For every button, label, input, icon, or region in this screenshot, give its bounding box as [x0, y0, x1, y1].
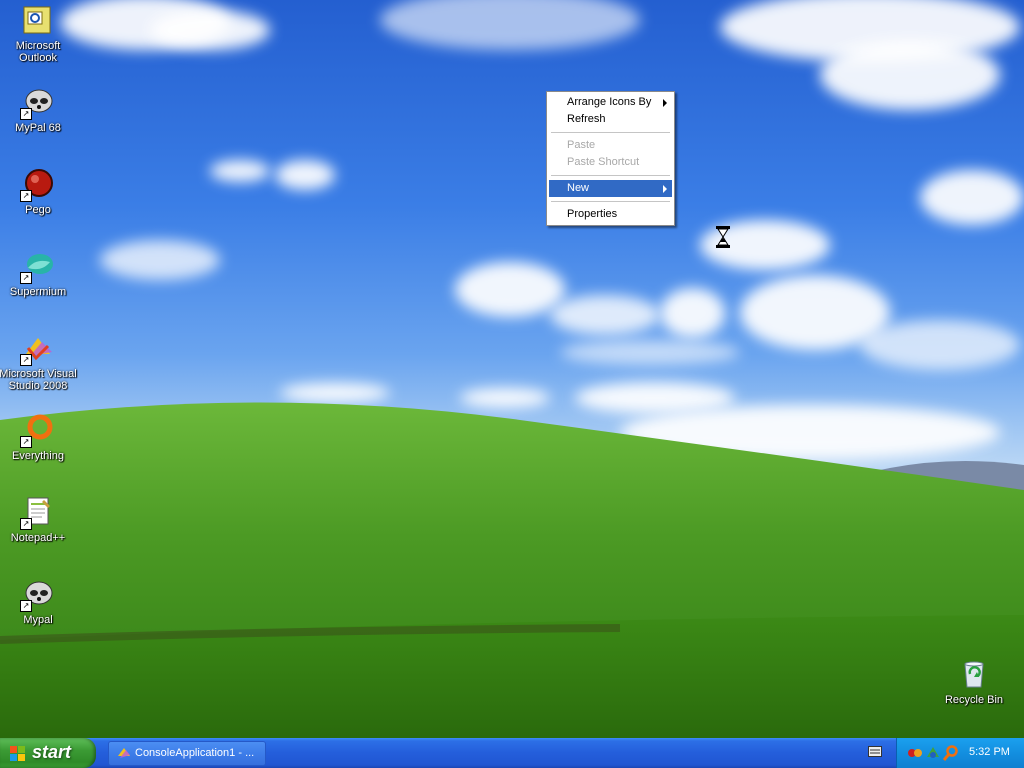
menu-item-paste: Paste — [549, 137, 672, 154]
pego-icon: ↗ — [20, 168, 54, 202]
menu-item-label: Properties — [567, 208, 618, 220]
recycle-bin-icon — [958, 658, 990, 690]
mypal-tray-icon[interactable] — [907, 745, 923, 761]
menu-separator — [551, 201, 670, 202]
desktop-icon-everything[interactable]: ↗ Everything — [0, 414, 78, 462]
desktop-icon-label: Supermium — [9, 286, 67, 298]
shortcut-arrow-icon: ↗ — [20, 600, 32, 612]
mypal-icon: ↗ — [20, 86, 54, 120]
search-tray-icon[interactable] — [942, 745, 959, 761]
menu-item-label: Paste — [567, 139, 596, 151]
desktop-icon-visual-studio[interactable]: ↗ Microsoft Visual Studio 2008 — [0, 332, 78, 392]
start-label: start — [32, 742, 72, 762]
desktop-icon-label: Everything — [12, 450, 64, 462]
outlook-icon — [22, 4, 54, 36]
menu-separator — [551, 132, 670, 133]
submenu-arrow-icon — [663, 185, 667, 193]
menu-item-arrange-icons-by[interactable]: Arrange Icons By — [549, 94, 672, 111]
visual-studio-icon: ↗ — [20, 332, 54, 366]
shortcut-arrow-icon: ↗ — [20, 436, 32, 448]
shortcut-arrow-icon: ↗ — [20, 354, 32, 366]
menu-item-paste-shortcut: Paste Shortcut — [549, 154, 672, 171]
desktop-icon-mypal-68[interactable]: ↗ MyPal 68 — [0, 86, 78, 134]
shortcut-arrow-icon: ↗ — [20, 272, 32, 284]
start-button[interactable]: start — [0, 738, 96, 768]
desktop-icon-mypal[interactable]: ↗ Mypal — [0, 578, 78, 626]
taskbar-button-label: ConsoleApplication1 - ... — [135, 747, 255, 759]
desktop-icon-label: Microsoft Outlook — [15, 40, 61, 64]
desktop-context-menu: Arrange Icons By Refresh Paste Paste Sho… — [546, 91, 675, 226]
desktop-icon-supermium[interactable]: ↗ Supermium — [0, 250, 78, 298]
shortcut-arrow-icon: ↗ — [20, 518, 32, 530]
desktop-icon-label: Recycle Bin — [944, 694, 1004, 706]
hills-wallpaper — [0, 402, 1024, 738]
windows-flag-icon — [10, 746, 26, 762]
menu-separator — [551, 175, 670, 176]
desktop-background[interactable]: Microsoft Outlook ↗ MyPal 68 ↗ Pego ↗ Su… — [0, 0, 1024, 738]
supermium-icon: ↗ — [20, 250, 54, 284]
taskbar-button-console-application[interactable]: ConsoleApplication1 - ... — [108, 741, 266, 766]
notepadpp-icon: ↗ — [20, 496, 54, 530]
menu-item-label: Paste Shortcut — [567, 156, 640, 168]
desktop-icon-recycle-bin[interactable]: Recycle Bin — [934, 658, 1014, 706]
desktop-icon-label: Microsoft Visual Studio 2008 — [0, 368, 77, 392]
desktop-icon-pego[interactable]: ↗ Pego — [0, 168, 78, 216]
desktop-icon-label: Notepad++ — [10, 532, 66, 544]
everything-icon: ↗ — [20, 414, 54, 448]
submenu-arrow-icon — [663, 99, 667, 107]
hourglass-cursor-icon — [716, 226, 730, 251]
keyboard-icon[interactable] — [868, 746, 882, 757]
desktop-icon-label: Mypal — [23, 614, 53, 626]
menu-item-new[interactable]: New — [549, 180, 672, 197]
visual-studio-icon — [117, 746, 131, 760]
menu-item-properties[interactable]: Properties — [549, 206, 672, 223]
desktop-icon-notepadpp[interactable]: ↗ Notepad++ — [0, 496, 78, 544]
desktop-icon-label: MyPal 68 — [15, 122, 61, 134]
shortcut-arrow-icon: ↗ — [20, 190, 32, 202]
menu-item-label: New — [567, 182, 590, 194]
menu-item-label: Arrange Icons By — [567, 96, 652, 108]
taskbar: start ConsoleApplication1 - ... 5:32 PM — [0, 738, 1024, 768]
menu-item-refresh[interactable]: Refresh — [549, 111, 672, 128]
desktop-icon-label: Pego — [25, 204, 51, 216]
mypal-icon: ↗ — [20, 578, 54, 612]
desktop-icon-outlook[interactable]: Microsoft Outlook — [0, 4, 78, 64]
shortcut-arrow-icon: ↗ — [20, 108, 32, 120]
clock[interactable]: 5:32 PM — [969, 746, 1010, 758]
menu-item-label: Refresh — [567, 113, 606, 125]
network-tray-icon[interactable] — [925, 745, 941, 761]
system-tray: 5:32 PM — [896, 738, 1024, 768]
